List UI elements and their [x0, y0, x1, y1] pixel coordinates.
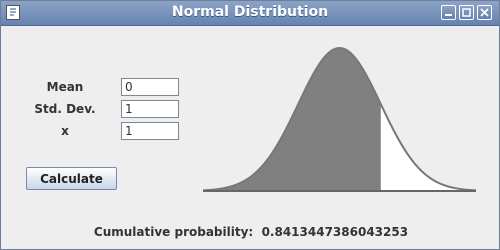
app-window: Normal Distribution Mean Std. Dev. x Cal… [0, 0, 500, 250]
minimize-icon [445, 14, 452, 16]
maximize-button[interactable] [459, 5, 474, 20]
shaded-area [203, 48, 381, 191]
mean-input[interactable] [121, 78, 179, 96]
result-label: Cumulative probability: [93, 225, 254, 239]
x-input[interactable] [121, 122, 179, 140]
mean-label: Mean [46, 80, 84, 94]
x-label: x [61, 124, 69, 138]
result-value: 0.8413447386043253 [261, 225, 409, 239]
std-dev-input[interactable] [121, 100, 179, 118]
normal-distribution-chart [202, 46, 477, 192]
calculate-button[interactable]: Calculate [26, 167, 117, 190]
maximize-icon [462, 8, 471, 17]
close-icon [480, 8, 489, 17]
result-line: Cumulative probability: 0.84134473860432… [1, 225, 500, 239]
std-dev-label: Std. Dev. [34, 102, 96, 116]
title-bar[interactable]: Normal Distribution [1, 1, 499, 26]
window-title: Normal Distribution [171, 4, 329, 20]
close-button[interactable] [477, 5, 492, 20]
minimize-button[interactable] [441, 5, 456, 20]
